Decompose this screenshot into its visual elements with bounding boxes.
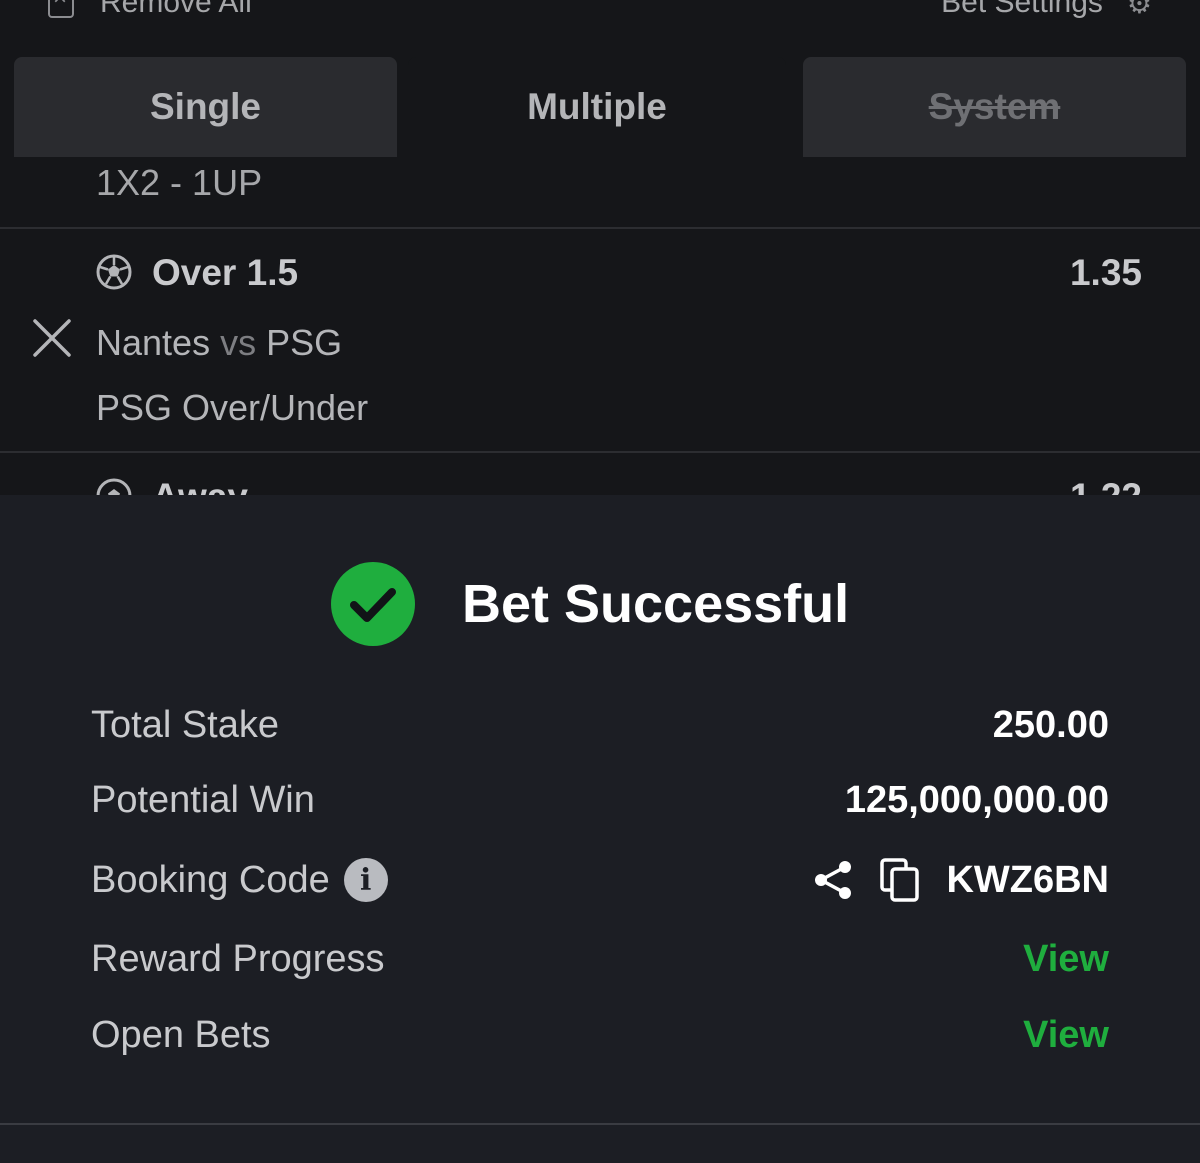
booking-code-value-group: KWZ6BN: [812, 858, 1109, 902]
bet-slip-header: Remove All Bet Settings ⚙: [0, 0, 1200, 46]
selection-market: PSG Over/Under: [96, 387, 369, 428]
bet-success-panel: Bet Successful Total Stake 250.00 Potent…: [0, 495, 1200, 1163]
booking-code-label: Booking Code: [91, 858, 330, 901]
copy-icon[interactable]: [880, 858, 920, 902]
tab-single[interactable]: Single: [14, 57, 397, 157]
divider: [0, 227, 1200, 229]
remove-icon: [48, 0, 74, 18]
success-header: Bet Successful: [330, 561, 849, 647]
share-icon[interactable]: [812, 859, 854, 901]
vs-label: vs: [220, 322, 257, 363]
reward-progress-view-link[interactable]: View: [1023, 938, 1109, 981]
next-selection-pick: Away: [152, 476, 248, 496]
close-icon[interactable]: [30, 316, 74, 360]
info-icon[interactable]: i: [343, 858, 388, 902]
selection-odds: 1.35: [1069, 252, 1142, 293]
home-team: Nantes: [96, 322, 211, 363]
reward-progress-label: Reward Progress: [91, 937, 385, 980]
previous-selection-market: 1X2 - 1UP: [96, 162, 263, 203]
selection-pick: Over 1.5: [152, 252, 299, 293]
total-stake-label: Total Stake: [91, 703, 279, 746]
soccer-ball-icon: [96, 478, 132, 496]
gear-icon: ⚙: [1126, 0, 1152, 19]
soccer-ball-icon: [96, 254, 132, 290]
booking-code-value: KWZ6BN: [946, 858, 1109, 901]
tab-system[interactable]: System: [803, 57, 1186, 157]
open-bets-label: Open Bets: [91, 1013, 271, 1056]
bet-settings-label: Bet Settings: [941, 0, 1103, 19]
open-bets-row: Open Bets View: [91, 1011, 1109, 1059]
next-selection-odds: 1.22: [1070, 476, 1142, 496]
remove-all-button[interactable]: Remove All: [48, 0, 252, 20]
potential-win-row: Potential Win 125,000,000.00: [91, 776, 1109, 824]
booking-code-label-group: Booking Code i: [91, 858, 388, 902]
reward-progress-row: Reward Progress View: [91, 935, 1109, 983]
away-team: PSG: [266, 322, 343, 363]
divider: [0, 451, 1200, 453]
selection-row: Over 1.5 1.35 Nantes vs PSG PSG Over/Und…: [0, 230, 1200, 452]
total-stake-row: Total Stake 250.00: [91, 701, 1109, 749]
tab-multiple[interactable]: Multiple: [408, 57, 786, 157]
remove-all-label: Remove All: [100, 0, 252, 19]
potential-win-value: 125,000,000.00: [844, 778, 1109, 821]
success-title: Bet Successful: [462, 574, 850, 634]
total-stake-value: 250.00: [992, 703, 1109, 746]
bet-type-tabs: Single Multiple System: [14, 57, 1186, 157]
potential-win-label: Potential Win: [91, 778, 315, 821]
divider: [0, 1123, 1200, 1125]
open-bets-view-link[interactable]: View: [1023, 1014, 1109, 1057]
match-name: Nantes vs PSG: [96, 322, 342, 364]
bet-settings-button[interactable]: Bet Settings ⚙: [941, 0, 1152, 20]
check-circle-icon: [331, 562, 415, 646]
next-selection-row: Away 1.22: [0, 470, 1200, 496]
booking-code-row: Booking Code i KWZ6BN: [91, 856, 1109, 904]
